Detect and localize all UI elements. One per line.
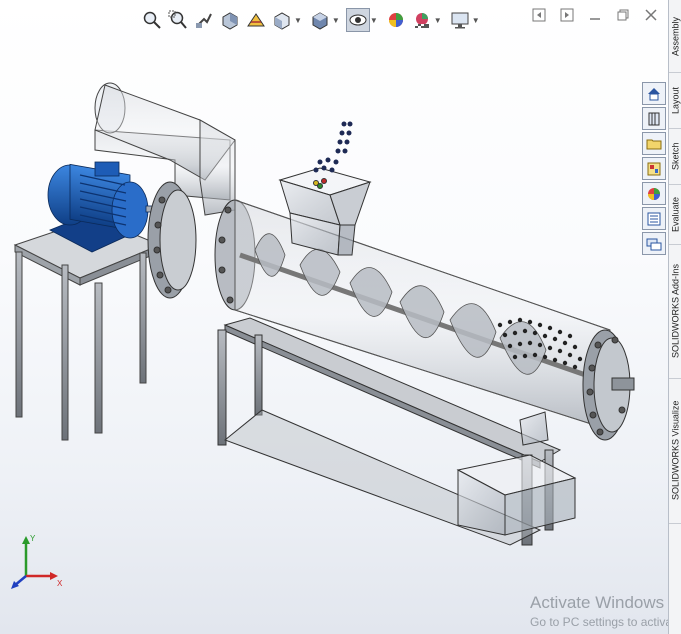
heads-up-view-toolbar: ▼ ▼ ▼ ▼ ▼ xyxy=(140,6,484,34)
custom-properties-icon[interactable] xyxy=(642,207,666,230)
design-library-icon[interactable] xyxy=(642,107,666,130)
watermark-title: Activate Windows xyxy=(530,593,665,612)
apply-scene-icon[interactable] xyxy=(410,8,434,32)
section-view-icon[interactable] xyxy=(218,8,242,32)
reference-triad: Y X xyxy=(11,534,63,589)
dynamic-annotation-icon[interactable] xyxy=(244,8,268,32)
command-manager-tab-strip: Assembly Layout Sketch Evaluate SOLIDWOR… xyxy=(668,0,681,634)
screw-press-assembly-model[interactable] xyxy=(0,60,668,560)
zoom-to-area-icon[interactable] xyxy=(166,8,190,32)
triad-y-label: Y xyxy=(30,534,36,543)
tab-assembly[interactable]: Assembly xyxy=(669,0,681,73)
discharge-end-flange xyxy=(582,329,635,441)
zoom-to-fit-icon[interactable] xyxy=(140,8,164,32)
minimize-icon[interactable] xyxy=(588,8,602,22)
chevron-down-icon[interactable]: ▼ xyxy=(434,16,442,25)
watermark-subtitle: Go to PC settings to activate Windows. xyxy=(530,615,668,629)
edit-appearance-icon[interactable] xyxy=(384,8,408,32)
file-explorer-icon[interactable] xyxy=(642,132,666,155)
chevron-down-icon[interactable]: ▼ xyxy=(370,16,378,25)
close-icon[interactable] xyxy=(644,8,658,22)
tab-solidworks-visualize[interactable]: SOLIDWORKS Visualize xyxy=(669,378,681,524)
solidworks-forum-icon[interactable] xyxy=(642,232,666,255)
restore-icon[interactable] xyxy=(616,8,630,22)
motor-stand xyxy=(13,217,162,441)
feed-particles xyxy=(313,121,353,173)
task-pane-icons xyxy=(642,82,666,255)
view-palette-icon[interactable] xyxy=(642,157,666,180)
tile-left-icon[interactable] xyxy=(532,8,546,22)
activate-windows-watermark: Activate Windows Go to PC settings to ac… xyxy=(530,593,668,629)
tab-evaluate[interactable]: Evaluate xyxy=(669,184,681,245)
view-settings-icon[interactable] xyxy=(448,8,472,32)
display-style-icon[interactable] xyxy=(308,8,332,32)
tab-layout[interactable]: Layout xyxy=(669,72,681,129)
tab-solidworks-add-ins[interactable]: SOLIDWORKS Add-Ins xyxy=(669,244,681,379)
window-controls xyxy=(532,8,658,22)
tile-right-icon[interactable] xyxy=(560,8,574,22)
appearances-scenes-icon[interactable] xyxy=(642,182,666,205)
view-orientation-icon[interactable] xyxy=(270,8,294,32)
chevron-down-icon[interactable]: ▼ xyxy=(472,16,480,25)
previous-view-icon[interactable] xyxy=(192,8,216,32)
tab-sketch[interactable]: Sketch xyxy=(669,128,681,185)
graphics-area[interactable]: ▼ ▼ ▼ ▼ ▼ Y X Activate Windows Go to PC … xyxy=(0,0,668,634)
triad-x-label: X xyxy=(57,579,63,588)
hide-show-items-icon[interactable] xyxy=(345,8,370,32)
chevron-down-icon[interactable]: ▼ xyxy=(332,16,340,25)
chevron-down-icon[interactable]: ▼ xyxy=(294,16,302,25)
solidworks-resources-icon[interactable] xyxy=(642,82,666,105)
